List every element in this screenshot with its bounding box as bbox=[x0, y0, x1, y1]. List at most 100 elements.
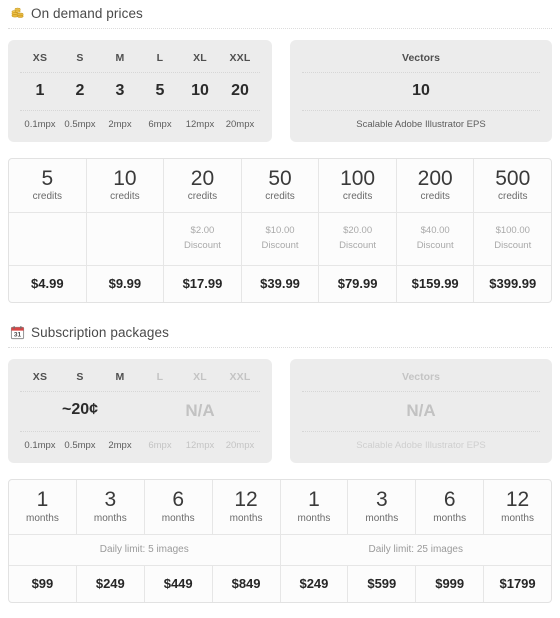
subscription-price: $99 bbox=[31, 575, 54, 591]
credits-price-cell[interactable]: $399.99 bbox=[473, 266, 551, 303]
on-demand-vectors-panel: Vectors 10 Scalable Adobe Illustrator EP… bbox=[289, 40, 552, 142]
credits-discount-label: Discount bbox=[416, 239, 454, 251]
months-column[interactable]: 6 months bbox=[415, 480, 483, 534]
credits-price-cell[interactable]: $39.99 bbox=[240, 266, 319, 303]
months-quantity: 3 bbox=[104, 488, 117, 512]
subscription-vectors-panel: Vectors N/A Scalable Adobe Illustrator E… bbox=[289, 359, 552, 464]
vectors-credit-value: 10 bbox=[412, 82, 430, 99]
months-column[interactable]: 3 months bbox=[347, 480, 415, 534]
credits-discount-cell: $2.00 Discount bbox=[163, 213, 241, 266]
months-row: 1 months 3 months 6 months 12 months bbox=[281, 480, 552, 534]
subscription-price-cell[interactable]: $999 bbox=[415, 565, 483, 602]
months-column[interactable]: 12 months bbox=[211, 480, 280, 534]
size-megapixels: 12mpx bbox=[185, 119, 215, 130]
section-divider bbox=[8, 28, 552, 29]
months-quantity: 3 bbox=[375, 488, 388, 512]
credits-column[interactable]: 50 credits bbox=[240, 159, 319, 213]
credits-discount-label: Discount bbox=[183, 239, 221, 251]
section-divider bbox=[8, 347, 552, 349]
credits-quantity: 500 bbox=[495, 167, 531, 190]
section-header-on-demand: On demand prices bbox=[8, 0, 552, 27]
subscription-price-row: $249 $599 $999 $1799 bbox=[280, 564, 551, 602]
credits-unit: credits bbox=[342, 191, 373, 203]
size-label: M bbox=[115, 371, 125, 384]
size-label: XXL bbox=[229, 371, 251, 384]
size-label: S bbox=[76, 371, 84, 384]
subscription-price: $599 bbox=[367, 575, 397, 591]
size-credit-value: 5 bbox=[155, 82, 165, 99]
size-megapixels: 0.1mpx bbox=[24, 119, 56, 130]
size-megapixels: 2mpx bbox=[108, 440, 132, 452]
months-column[interactable]: 6 months bbox=[143, 480, 212, 534]
section-title: Subscription packages bbox=[31, 325, 169, 341]
credits-column[interactable]: 500 credits bbox=[473, 159, 551, 213]
credits-price-cell[interactable]: $9.99 bbox=[85, 266, 164, 303]
months-unit: months bbox=[365, 512, 399, 524]
size-megapixels: 20mpx bbox=[225, 440, 255, 452]
size-label: XL bbox=[193, 52, 207, 64]
credits-quantity: 10 bbox=[113, 167, 137, 190]
credits-price-cell[interactable]: $79.99 bbox=[318, 266, 396, 303]
size-megapixels: 20mpx bbox=[225, 119, 255, 130]
subscription-price: $1799 bbox=[499, 575, 536, 591]
size-label: XS bbox=[32, 52, 48, 64]
subscription-price: $849 bbox=[231, 575, 261, 591]
daily-limit-cell: Daily limit: 5 images bbox=[9, 535, 280, 565]
panel-divider bbox=[301, 431, 540, 433]
credits-unit: credits bbox=[110, 191, 140, 203]
credits-column[interactable]: 10 credits bbox=[85, 159, 164, 213]
credits-discount-amount: $10.00 bbox=[265, 225, 295, 237]
daily-limit-row: Daily limit: 25 images bbox=[280, 533, 551, 565]
credits-price: $79.99 bbox=[337, 276, 378, 292]
credits-quantity: 100 bbox=[340, 167, 376, 190]
daily-limit: Daily limit: 5 images bbox=[99, 543, 189, 555]
size-label-row: XS S M L XL XXL bbox=[20, 368, 260, 387]
subscription-group: 1 months 3 months 6 months 12 months Dai… bbox=[279, 480, 552, 602]
credits-discount-amount: $20.00 bbox=[343, 225, 373, 237]
size-credit-value: 3 bbox=[115, 82, 125, 99]
credits-column[interactable]: 200 credits bbox=[395, 159, 474, 213]
credits-price-cell[interactable]: $4.99 bbox=[9, 266, 86, 302]
credits-column[interactable]: 5 credits bbox=[9, 159, 86, 212]
size-label: L bbox=[156, 371, 164, 384]
subscription-price-cell[interactable]: $99 bbox=[9, 566, 76, 602]
credits-price-cell[interactable]: $17.99 bbox=[163, 266, 241, 303]
subscription-price-cell[interactable]: $599 bbox=[347, 565, 415, 602]
months-column[interactable]: 12 months bbox=[483, 480, 551, 534]
subscription-price-cell[interactable]: $449 bbox=[143, 565, 212, 602]
months-row: 1 months 3 months 6 months 12 months bbox=[9, 480, 280, 534]
subscription-price: $449 bbox=[163, 575, 193, 591]
credits-unit: credits bbox=[32, 191, 63, 203]
subscription-price-cell[interactable]: $249 bbox=[75, 565, 144, 602]
months-quantity: 12 bbox=[234, 488, 258, 512]
months-column[interactable]: 1 months bbox=[281, 480, 348, 533]
months-quantity: 6 bbox=[172, 488, 185, 512]
size-credit-value: 10 bbox=[191, 82, 209, 99]
size-label: M bbox=[115, 52, 125, 64]
size-value-row: ~20¢ N/A bbox=[20, 396, 260, 427]
subscription-price-cell[interactable]: $849 bbox=[211, 565, 280, 602]
subscription-price-cell[interactable]: $249 bbox=[281, 566, 348, 602]
months-column[interactable]: 3 months bbox=[75, 480, 144, 534]
size-megapixels: 12mpx bbox=[185, 440, 215, 452]
subscription-price: $249 bbox=[299, 575, 329, 591]
credits-column[interactable]: 20 credits bbox=[163, 159, 241, 213]
svg-text:31: 31 bbox=[14, 332, 22, 339]
credits-price: $159.99 bbox=[411, 276, 459, 292]
size-credit-value: 20 bbox=[231, 82, 249, 99]
section-title: On demand prices bbox=[31, 6, 143, 21]
vectors-title: Vectors bbox=[402, 52, 440, 64]
credits-discount-label: Discount bbox=[494, 239, 532, 251]
months-column[interactable]: 1 months bbox=[9, 480, 76, 533]
credits-quantity: 50 bbox=[268, 167, 292, 190]
size-label: S bbox=[76, 52, 84, 64]
months-unit: months bbox=[26, 512, 59, 524]
credits-price-cell[interactable]: $159.99 bbox=[395, 266, 474, 303]
subscription-price-cell[interactable]: $1799 bbox=[483, 565, 551, 602]
months-unit: months bbox=[229, 512, 263, 524]
credits-column[interactable]: 100 credits bbox=[318, 159, 396, 213]
months-quantity: 6 bbox=[443, 488, 456, 512]
size-label: XS bbox=[32, 371, 48, 384]
credits-discount-amount: $100.00 bbox=[495, 225, 530, 237]
subscription-price-row: $99 $249 $449 $849 bbox=[9, 564, 280, 602]
